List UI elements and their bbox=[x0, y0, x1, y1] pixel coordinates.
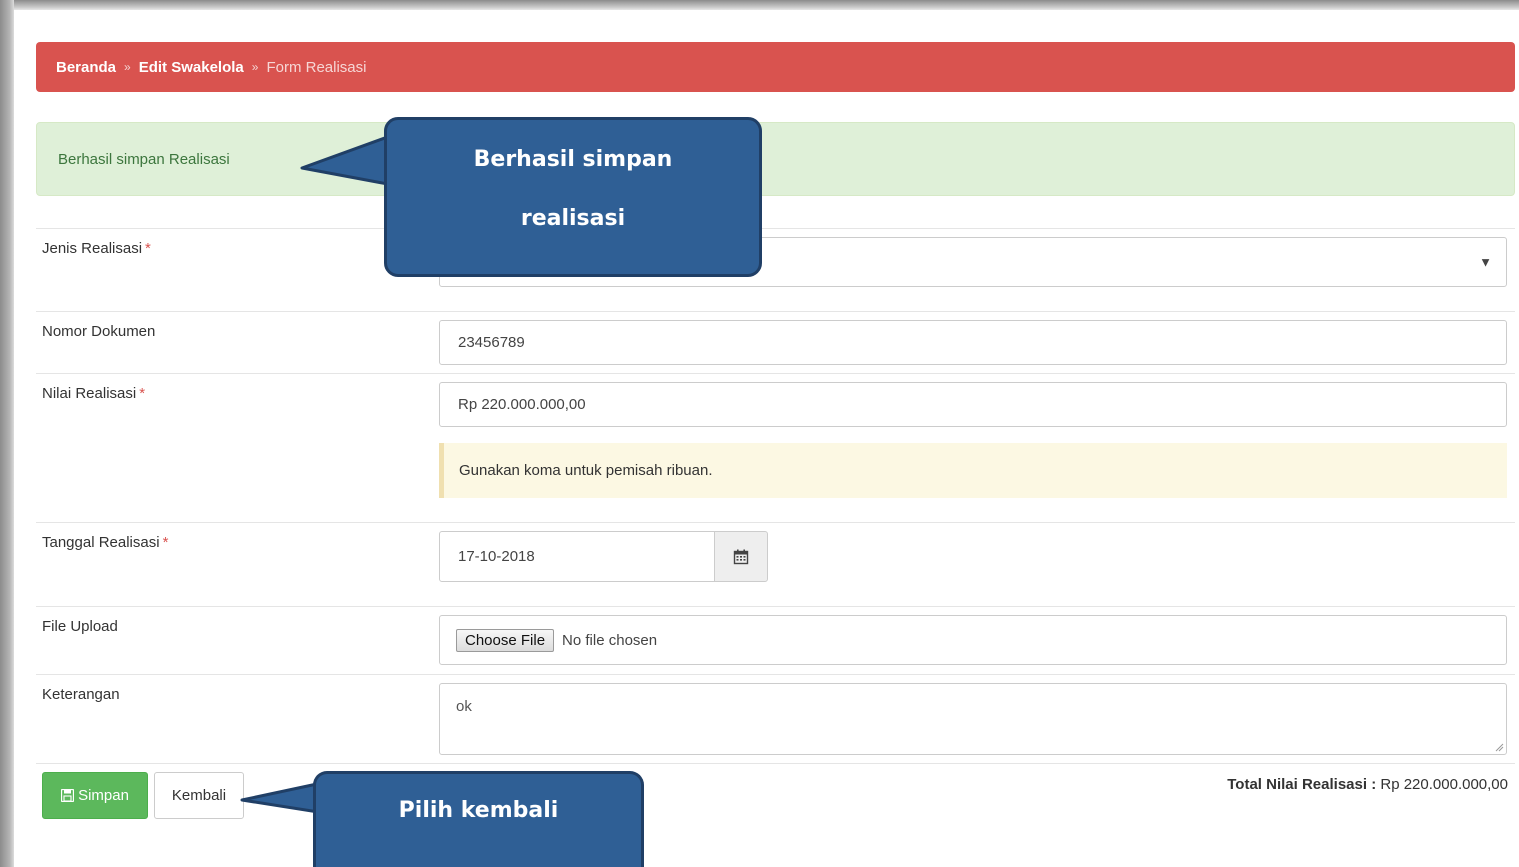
nomor-dokumen-input[interactable]: 23456789 bbox=[439, 320, 1507, 365]
tanggal-realisasi-value: 17-10-2018 bbox=[458, 548, 535, 565]
calendar-button[interactable] bbox=[714, 531, 768, 582]
callout-pilih-kembali: Pilih kembali bbox=[313, 771, 644, 867]
required-mark: * bbox=[145, 240, 151, 257]
callout-text: Pilih kembali bbox=[398, 798, 559, 823]
callout-pointer-top bbox=[300, 133, 395, 187]
divider bbox=[36, 373, 1515, 374]
breadcrumb: Beranda » Edit Swakelola » Form Realisas… bbox=[36, 42, 1515, 92]
choose-file-button[interactable]: Choose File bbox=[456, 628, 555, 652]
callout-berhasil-simpan: Berhasil simpan realisasi bbox=[384, 117, 762, 277]
chevron-down-icon: ▼ bbox=[1479, 254, 1492, 270]
simpan-label: Simpan bbox=[78, 787, 129, 804]
breadcrumb-home[interactable]: Beranda bbox=[56, 59, 116, 76]
nilai-realisasi-label: Nilai Realisasi * bbox=[42, 385, 146, 402]
file-status-text: No file chosen bbox=[562, 631, 658, 649]
simpan-button[interactable]: Simpan bbox=[42, 772, 148, 819]
file-upload-input[interactable]: Choose File No file chosen bbox=[439, 615, 1507, 665]
nomor-dokumen-value: 23456789 bbox=[458, 334, 525, 351]
keterangan-value: ok bbox=[456, 698, 472, 715]
total-label: Total Nilai Realisasi : bbox=[1227, 776, 1377, 793]
jenis-realisasi-label: Jenis Realisasi * bbox=[42, 240, 151, 257]
divider bbox=[36, 606, 1515, 607]
divider bbox=[36, 674, 1515, 675]
calendar-icon bbox=[733, 549, 749, 564]
keterangan-textarea[interactable]: ok bbox=[439, 683, 1507, 755]
breadcrumb-edit-swakelola[interactable]: Edit Swakelola bbox=[139, 59, 244, 76]
success-alert-message: Berhasil simpan Realisasi bbox=[58, 150, 230, 168]
required-mark: * bbox=[162, 534, 169, 551]
kembali-button[interactable]: Kembali bbox=[154, 772, 244, 819]
nilai-help-note: Gunakan koma untuk pemisah ribuan. bbox=[439, 443, 1507, 498]
tanggal-realisasi-label: Tanggal Realisasi * bbox=[42, 534, 169, 551]
save-icon bbox=[61, 789, 75, 802]
window-frame-left bbox=[0, 0, 14, 867]
window-frame-top bbox=[0, 0, 1519, 10]
nilai-realisasi-input[interactable]: Rp 220.000.000,00 bbox=[439, 382, 1507, 427]
keterangan-label: Keterangan bbox=[42, 686, 120, 703]
success-alert: Berhasil simpan Realisasi bbox=[36, 122, 1515, 196]
breadcrumb-separator: » bbox=[251, 60, 259, 74]
file-upload-label: File Upload bbox=[42, 618, 118, 635]
tanggal-realisasi-input[interactable]: 17-10-2018 bbox=[439, 531, 715, 582]
breadcrumb-current: Form Realisasi bbox=[266, 58, 367, 76]
kembali-label: Kembali bbox=[171, 787, 227, 804]
nomor-dokumen-label: Nomor Dokumen bbox=[42, 323, 156, 340]
nilai-help-text: Gunakan koma untuk pemisah ribuan. bbox=[459, 462, 713, 479]
nilai-realisasi-value: Rp 220.000.000,00 bbox=[458, 396, 586, 413]
resize-handle-icon[interactable] bbox=[1494, 742, 1504, 752]
divider bbox=[36, 311, 1515, 312]
divider bbox=[36, 228, 1515, 229]
required-mark: * bbox=[139, 385, 146, 402]
divider bbox=[36, 763, 1515, 764]
total-value: Rp 220.000.000,00 bbox=[1380, 776, 1508, 793]
callout-line-2: realisasi bbox=[520, 206, 626, 231]
total-nilai-realisasi: Total Nilai Realisasi : Rp 220.000.000,0… bbox=[1227, 776, 1508, 793]
callout-line-1: Berhasil simpan bbox=[473, 147, 673, 172]
divider bbox=[36, 522, 1515, 523]
breadcrumb-separator: » bbox=[124, 60, 131, 74]
